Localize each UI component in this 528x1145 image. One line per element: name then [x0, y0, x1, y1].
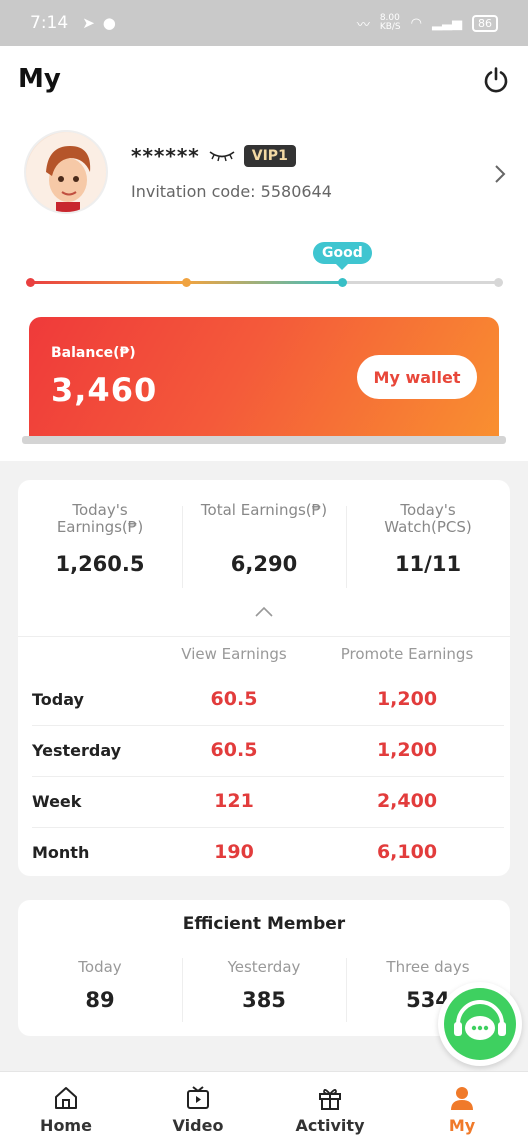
nav-my-label: My: [448, 1116, 476, 1135]
member-three-days-label: Three days: [386, 958, 470, 976]
invitation-code: Invitation code: 5580644: [131, 182, 332, 201]
network-speed: 8.00 KB/S: [379, 13, 401, 32]
member-today: Today 89: [18, 958, 182, 1012]
progress-step-dot: [181, 278, 191, 287]
stats-divider: [18, 636, 510, 637]
level-progress-bar: [26, 278, 503, 287]
nav-video-label: Video: [172, 1116, 224, 1135]
status-time: 7:14: [30, 13, 69, 33]
nav-activity-label: Activity: [295, 1116, 365, 1135]
member-yesterday-value: 385: [242, 988, 286, 1012]
todays-earnings-stat: Today's Earnings(₱) 1,260.5: [18, 502, 182, 600]
row-promote-earnings: 2,400: [376, 790, 438, 812]
row-view-earnings: 121: [214, 790, 254, 812]
video-icon: [187, 1086, 209, 1109]
member-yesterday: Yesterday 385: [182, 958, 346, 1022]
promote-earnings-header: Promote Earnings: [340, 645, 474, 663]
table-row: Today 60.5 1,200: [32, 674, 504, 726]
page-title: My: [18, 64, 61, 94]
level-badge: Good: [313, 242, 372, 270]
balance-value: 3,460: [51, 371, 158, 409]
status-right: 〰 8.00 KB/S ◠ ▂▃▅ 86: [357, 14, 498, 33]
row-promote-earnings: 1,200: [376, 688, 438, 710]
gift-icon: [319, 1089, 341, 1110]
progress-step-dot: [337, 278, 347, 287]
total-earnings-label: Total Earnings(₱): [200, 501, 328, 519]
todays-earnings-value: 1,260.5: [55, 552, 145, 576]
member-yesterday-label: Yesterday: [227, 958, 301, 976]
profile-section: My ****** VIP1 Invitation code: 5580644 …: [0, 46, 528, 461]
progress-step-dot: [494, 278, 503, 287]
earnings-table-header: View Earnings Promote Earnings: [18, 645, 510, 669]
efficient-member-card: Efficient Member Today 89 Yesterday 385 …: [18, 900, 510, 1036]
todays-earnings-label: Today's Earnings(₱): [56, 501, 144, 536]
vip-badge: VIP1: [243, 145, 296, 167]
messenger-icon: ●: [102, 14, 116, 32]
member-today-label: Today: [78, 958, 122, 976]
chevron-up-icon[interactable]: [254, 606, 274, 618]
row-view-earnings: 60.5: [210, 688, 258, 710]
avatar[interactable]: [24, 130, 108, 214]
row-label: Month: [32, 843, 90, 862]
telegram-icon: ➤: [82, 14, 95, 32]
nav-home-label: Home: [40, 1116, 92, 1135]
todays-watch-stat: Today's Watch(PCS) 11/11: [346, 502, 510, 600]
balance-label: Balance(₱): [51, 345, 136, 361]
todays-watch-label: Today's Watch(PCS): [384, 501, 472, 536]
todays-watch-value: 11/11: [394, 552, 462, 576]
table-row: Week 121 2,400: [32, 776, 504, 828]
masked-username: ******: [131, 144, 200, 168]
balance-card-base: [22, 436, 506, 444]
bottom-nav: Home Video Activity My: [0, 1071, 528, 1145]
row-promote-earnings: 6,100: [376, 841, 438, 863]
row-label: Today: [32, 690, 84, 709]
vibrate-icon: 〰: [356, 17, 370, 33]
avatar-cartoon-face-icon: [26, 132, 106, 212]
signal-icon: ▂▃▅: [432, 15, 462, 31]
eye-closed-icon[interactable]: [208, 149, 236, 163]
profile-name-row: ****** VIP1: [131, 144, 296, 168]
chat-headset-icon: [444, 988, 516, 1060]
nav-video[interactable]: Video: [132, 1072, 264, 1145]
balance-card: Balance(₱) 3,460 My wallet: [29, 317, 499, 441]
member-today-value: 89: [85, 988, 115, 1012]
table-row: Yesterday 60.5 1,200: [32, 725, 504, 777]
row-promote-earnings: 1,200: [376, 739, 438, 761]
logout-power-icon[interactable]: [482, 66, 510, 94]
nav-my[interactable]: My: [396, 1072, 528, 1145]
progress-step-dot: [26, 278, 35, 287]
wifi-icon: ◠: [410, 15, 422, 31]
member-stats: Today 89 Yesterday 385 Three days 534: [18, 958, 510, 1022]
my-wallet-button[interactable]: My wallet: [357, 355, 477, 399]
user-icon: [451, 1087, 473, 1110]
customer-service-chat-button[interactable]: [438, 982, 522, 1066]
row-label: Yesterday: [32, 741, 122, 760]
row-view-earnings: 60.5: [210, 739, 258, 761]
battery-icon: 86: [472, 14, 498, 32]
earnings-summary: Today's Earnings(₱) 1,260.5 Total Earnin…: [18, 480, 510, 600]
chevron-right-icon[interactable]: [494, 164, 506, 184]
earnings-stats-card: Today's Earnings(₱) 1,260.5 Total Earnin…: [18, 480, 510, 876]
table-row: Month 190 6,100: [32, 827, 504, 879]
view-earnings-header: View Earnings: [181, 645, 287, 663]
total-earnings-value: 6,290: [230, 552, 298, 576]
total-earnings-stat: Total Earnings(₱) 6,290: [182, 502, 346, 600]
nav-home[interactable]: Home: [0, 1072, 132, 1145]
status-bar: 7:14 ➤ ● 〰 8.00 KB/S ◠ ▂▃▅ 86: [0, 0, 528, 46]
row-view-earnings: 190: [214, 841, 254, 863]
nav-activity[interactable]: Activity: [264, 1072, 396, 1145]
row-label: Week: [32, 792, 82, 811]
member-card-title: Efficient Member: [182, 914, 346, 934]
home-icon: [55, 1087, 77, 1109]
